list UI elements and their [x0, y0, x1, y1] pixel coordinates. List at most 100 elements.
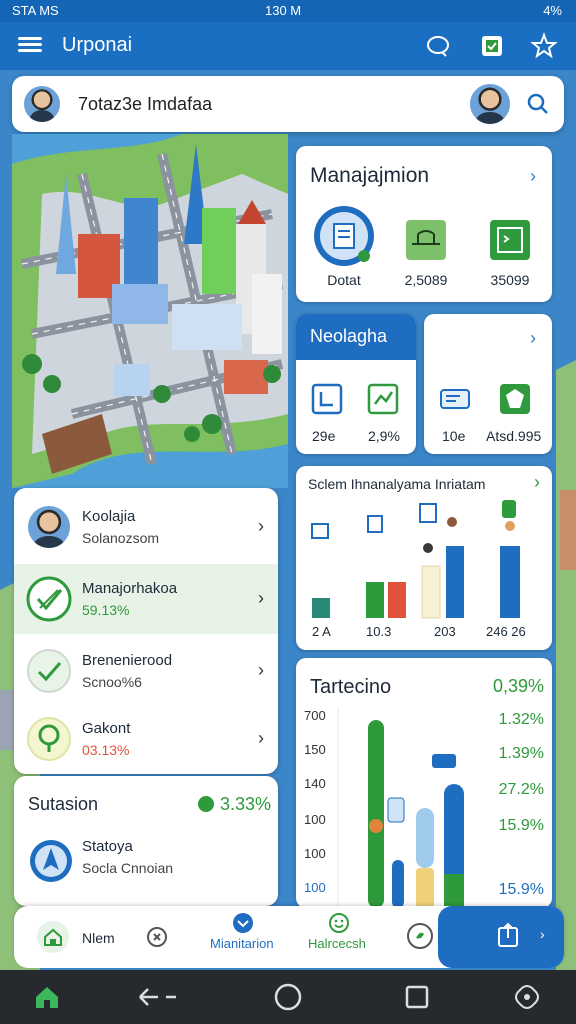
face-icon	[328, 912, 350, 934]
tab-health-label: Halrcecsh	[308, 936, 366, 951]
ticket-icon[interactable]	[438, 382, 472, 416]
stats-item-title: Statoya	[82, 838, 133, 855]
menu-icon[interactable]	[18, 34, 42, 58]
chat-icon[interactable]	[424, 32, 452, 60]
check-image-icon[interactable]	[366, 382, 400, 416]
chevron-right-icon[interactable]: ›	[258, 588, 264, 609]
compass-icon[interactable]	[28, 838, 74, 884]
app-bar: Urponai	[0, 22, 576, 70]
tab-plant[interactable]	[404, 906, 438, 968]
chevron-right-icon[interactable]: ›	[540, 926, 545, 942]
list-item[interactable]: Koolajia Solanozsom ›	[14, 492, 278, 562]
neo-secondary-label-1: 10e	[442, 428, 466, 444]
search-icon[interactable]	[524, 90, 552, 118]
tab-health[interactable]: Halrcecsh	[306, 906, 382, 968]
trend-right-4: 15.9%	[499, 817, 544, 834]
management-label-3: 35099	[490, 272, 530, 288]
management-title: Manajajmion	[310, 164, 430, 187]
trend-ytick-1: 700	[304, 708, 326, 723]
list-item-title: Koolajia	[82, 508, 136, 525]
stats-item-subtitle: Socla Cnnoian	[82, 860, 174, 876]
trend-right-1: 1.32%	[499, 711, 544, 728]
stats-card[interactable]: Sutasion 3.33% Statoya Socla Cnnoian	[14, 776, 278, 906]
list-item-title: Gakont	[82, 720, 131, 737]
trend-ytick-2: 150	[304, 742, 326, 757]
trend-bars: 700 150 140 100 100 100 1.32% 1.39% 27.2…	[304, 708, 544, 908]
neolagha-label-2: 2,9%	[368, 428, 400, 444]
trend-ytick-4: 100	[304, 812, 326, 827]
puzzle-icon[interactable]	[512, 982, 542, 1012]
bridge-icon[interactable]	[406, 220, 446, 260]
schedule-xlabel-3: 203	[434, 624, 456, 639]
chevron-right-icon[interactable]: ›	[530, 328, 536, 349]
list-item-subtitle: 03.13%	[82, 742, 130, 758]
home-circle-icon[interactable]	[273, 982, 303, 1012]
tab-monitoring[interactable]: Mianitarion	[204, 906, 294, 968]
search-text[interactable]: 7otaz3e Imdafaa	[78, 94, 212, 115]
management-card[interactable]: Manajajmion › Dotat 2,5089 35099	[296, 146, 552, 302]
trend-title: Tartecino	[310, 676, 392, 698]
trend-ytick-6: 100	[304, 880, 326, 895]
management-label-2: 2,5089	[404, 272, 448, 288]
terminal-icon[interactable]	[490, 220, 530, 260]
chevron-right-icon[interactable]: ›	[258, 516, 264, 537]
recents-icon[interactable]	[402, 982, 432, 1012]
neo-secondary-label-2: Atsd.995	[486, 428, 542, 444]
neolagha-card[interactable]: Neolagha 29e 2,9%	[296, 314, 416, 454]
stats-title: Sutasion	[28, 794, 99, 814]
trend-value: 0,39%	[492, 676, 544, 696]
status-dot	[198, 796, 214, 812]
schedule-bars: 2 A 10.3 203 246 26	[311, 500, 526, 639]
schedule-title: Sclem Ihnanalyama Inriatam	[308, 476, 486, 492]
status-bar: STA MS 130 M 4%	[0, 0, 576, 22]
list-item[interactable]: Brenenierood Scnoo%6 ›	[14, 636, 278, 706]
plant-icon	[406, 922, 434, 950]
city-illustration	[12, 134, 288, 488]
trend-card[interactable]: Tartecino 0,39% 700 150 140 100 100 100 …	[296, 658, 552, 908]
chevron-right-icon[interactable]: ›	[258, 660, 264, 681]
tab-share[interactable]: ›	[438, 906, 564, 968]
schedule-xlabel-2: 10.3	[366, 624, 391, 639]
trend-right-3: 27.2%	[499, 781, 544, 798]
search-bar[interactable]: 7otaz3e Imdafaa	[12, 76, 564, 132]
app-title: Urponai	[62, 34, 133, 56]
document-icon[interactable]	[312, 204, 376, 268]
star-icon[interactable]	[530, 32, 558, 60]
tree-icon	[26, 716, 72, 762]
tab-clock[interactable]	[142, 906, 182, 968]
back-icon[interactable]	[136, 982, 186, 1012]
profile-avatar[interactable]	[468, 82, 512, 126]
chevron-right-icon[interactable]: ›	[530, 166, 536, 187]
check-icon	[26, 576, 72, 622]
list-item-subtitle: Scnoo%6	[82, 674, 142, 690]
neo-secondary-card[interactable]: › 10e Atsd.995	[424, 314, 552, 454]
home-icon[interactable]	[32, 982, 62, 1012]
list-item-title: Manajorhakoa	[82, 580, 178, 597]
shield-icon[interactable]	[498, 382, 532, 416]
schedule-card[interactable]: Sclem Ihnanalyama Inriatam › 2 A 10.3 20…	[296, 466, 552, 650]
list-item-subtitle: Solanozsom	[82, 530, 160, 546]
stats-value: 3.33%	[220, 794, 272, 814]
clock-icon	[146, 926, 168, 948]
chevron-right-icon[interactable]: ›	[534, 472, 540, 493]
list-item-subtitle: 59.13%	[82, 602, 130, 618]
check-icon	[26, 648, 72, 694]
list-item[interactable]: Gakont 03.13% ›	[14, 704, 278, 774]
list-card: Koolajia Solanozsom › Manajorhakoa 59.13…	[14, 488, 278, 774]
bottom-tab-bar: Nlem Mianitarion Halrcecsh ›	[14, 906, 564, 968]
schedule-xlabel-4: 246 26	[486, 624, 526, 639]
home-icon	[36, 920, 70, 954]
trend-right-2: 1.39%	[499, 745, 544, 762]
tab-monitoring-label: Mianitarion	[210, 936, 274, 951]
list-item[interactable]: Manajorhakoa 59.13% ›	[14, 564, 278, 634]
list-item-title: Brenenierood	[82, 652, 173, 669]
tab-home-label: Nlem	[82, 930, 115, 946]
chevron-right-icon[interactable]: ›	[258, 728, 264, 749]
tab-home[interactable]: Nlem	[28, 906, 138, 968]
clipboard-icon[interactable]	[310, 382, 344, 416]
share-icon	[494, 920, 524, 950]
message-icon[interactable]	[478, 32, 506, 60]
neolagha-label-1: 29e	[312, 428, 336, 444]
avatar[interactable]	[22, 84, 62, 124]
clock-text: 130 M	[265, 3, 302, 18]
